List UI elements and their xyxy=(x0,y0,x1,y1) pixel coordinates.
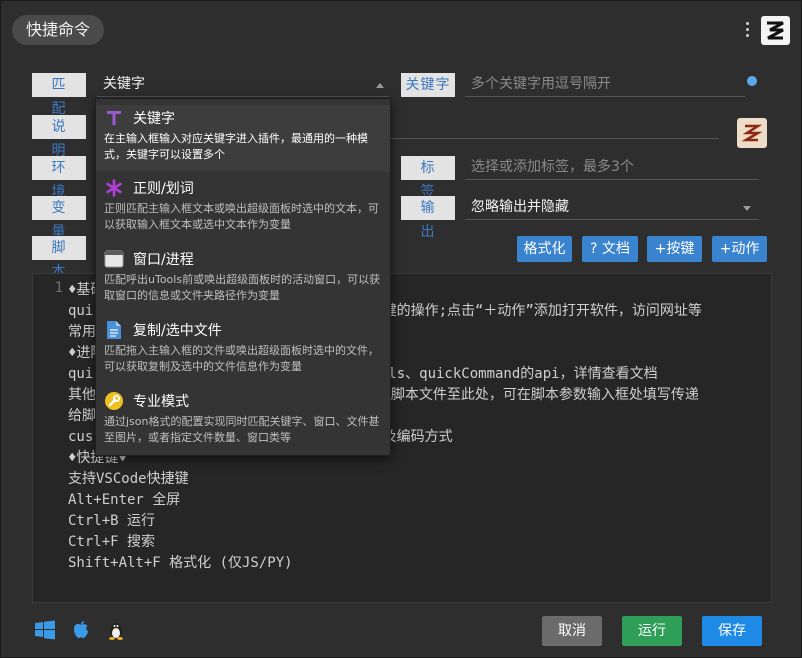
text-icon xyxy=(104,108,124,128)
vars-label: 变 量 xyxy=(32,196,86,240)
option-desc: 匹配拖入主输入框的文件或唤出超级面板时选中的文件，可以获取复制及选中的文件信息作… xyxy=(104,344,379,373)
option-name: 专业模式 xyxy=(133,394,189,410)
keyword-input[interactable]: 多个关键字用逗号隔开 xyxy=(465,71,745,97)
chevron-down-icon[interactable] xyxy=(743,206,751,211)
dropdown-option-window[interactable]: 窗口/进程 匹配呼出uTools前或唤出超级面板时的活动窗口，可以获取窗口的信息… xyxy=(96,246,390,312)
dropdown-option-file[interactable]: 复制/选中文件 匹配拖入主输入框的文件或唤出超级面板时选中的文件，可以获取复制及… xyxy=(96,317,390,383)
code-line: Shift+Alt+F 格式化 (仅JS/PY) xyxy=(68,555,293,571)
quick-command-window: 快捷命令 匹 配 关键字 关键字 多个关键字用逗号隔开 说 明 环 境 标 签 … xyxy=(0,0,802,658)
option-name: 正则/划词 xyxy=(133,181,194,197)
output-select[interactable]: 忽略输出并隐藏 xyxy=(465,194,759,220)
dropdown-option-regex[interactable]: 正则/划词 正则匹配主输入框文本或唤出超级面板时选中的文本，可以获取输入框文本或… xyxy=(96,175,390,241)
add-action-button[interactable]: +动作 xyxy=(712,236,767,262)
window-title: 快捷命令 xyxy=(12,15,105,45)
code-line: Ctrl+F 搜索 xyxy=(68,534,156,550)
desc-label: 说 明 xyxy=(32,115,86,159)
file-icon xyxy=(104,320,124,340)
plugin-icon[interactable] xyxy=(737,118,767,148)
option-name: 复制/选中文件 xyxy=(133,323,222,339)
dropdown-option-pro[interactable]: 专业模式 通过json格式的配置实现同时匹配关键字、窗口、文件甚至图片，或者指定… xyxy=(96,388,390,454)
tags-input[interactable]: 选择或添加标签，最多3个 xyxy=(465,154,759,180)
code-line: 支持VSCode快捷键 xyxy=(68,471,189,487)
tags-label: 标 签 xyxy=(401,156,455,200)
cancel-button[interactable]: 取消 xyxy=(542,616,602,646)
option-name: 关键字 xyxy=(133,111,175,127)
chevron-up-icon[interactable] xyxy=(376,83,384,88)
option-desc: 在主输入框输入对应关键字进入插件，最通用的一种模式，关键字可以设置多个 xyxy=(104,132,368,161)
apple-icon[interactable] xyxy=(70,619,92,641)
script-label: 脚 本 xyxy=(32,236,86,280)
run-button[interactable]: 运行 xyxy=(622,616,682,646)
asterisk-icon xyxy=(104,178,124,198)
window-icon xyxy=(104,249,124,269)
add-key-button[interactable]: +按键 xyxy=(647,236,702,262)
code-line: Alt+Enter 全屏 xyxy=(68,492,181,508)
code-line: Ctrl+B 运行 xyxy=(68,513,156,529)
keyword-label: 关键字 xyxy=(401,73,455,97)
docs-button[interactable]: ? 文档 xyxy=(582,236,638,262)
option-desc: 匹配呼出uTools前或唤出超级面板时的活动窗口，可以获取窗口的信息或文件夹路径… xyxy=(104,273,381,302)
option-name: 窗口/进程 xyxy=(133,252,194,268)
match-select[interactable]: 关键字 xyxy=(97,71,389,97)
option-desc: 通过json格式的配置实现同时匹配关键字、窗口、文件甚至图片，或者指定文件数量、… xyxy=(104,415,380,444)
option-desc: 正则匹配主输入框文本或唤出超级面板时选中的文本，可以获取输入框文本或选中文本作为… xyxy=(104,202,379,231)
linux-icon[interactable] xyxy=(105,619,127,641)
dropdown-option-keyword[interactable]: 关键字 在主输入框输入对应关键字进入插件，最通用的一种模式，关键字可以设置多个 xyxy=(96,105,390,171)
wrench-icon xyxy=(104,391,124,411)
line-number: 1 xyxy=(54,280,63,296)
output-label: 输 出 xyxy=(401,196,455,240)
desc-input[interactable] xyxy=(391,113,719,139)
match-dropdown: 关键字 在主输入框输入对应关键字进入插件，最通用的一种模式，关键字可以设置多个 … xyxy=(95,98,391,456)
windows-icon[interactable] xyxy=(34,619,56,641)
match-label: 匹 配 xyxy=(32,73,86,117)
env-label: 环 境 xyxy=(32,156,86,200)
save-button[interactable]: 保存 xyxy=(702,616,762,646)
settings-icon[interactable] xyxy=(747,76,757,86)
more-menu-icon[interactable] xyxy=(743,19,751,41)
app-logo-icon[interactable] xyxy=(761,16,790,45)
format-button[interactable]: 格式化 xyxy=(517,236,572,262)
